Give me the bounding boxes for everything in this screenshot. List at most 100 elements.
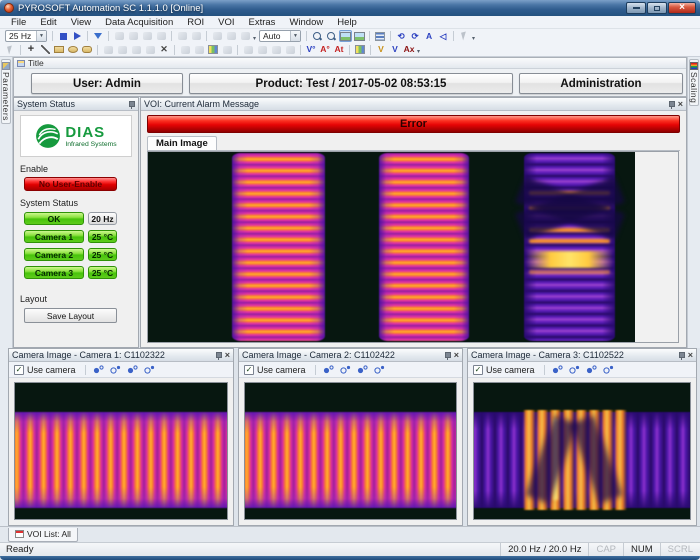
use-camera-checkbox[interactable]: ✓	[244, 365, 254, 375]
disabled-record-stop-icon[interactable]	[127, 30, 140, 42]
pin-icon[interactable]	[668, 100, 675, 109]
dropdown-arrow-icon[interactable]: ▼	[290, 31, 300, 41]
voi-panel-header[interactable]: VOI: Current Alarm Message ×	[141, 98, 686, 111]
disabled-align-icon[interactable]	[179, 44, 192, 56]
close-panel-icon[interactable]: ×	[678, 100, 683, 109]
disabled-replay-icon[interactable]	[155, 30, 168, 42]
start-acquisition-icon[interactable]	[71, 30, 84, 42]
menu-voi[interactable]: VOI	[211, 17, 241, 28]
camera-focus-icon[interactable]	[356, 364, 369, 376]
toolbar-overflow-icon[interactable]: ▾	[472, 35, 475, 42]
save-layout-button[interactable]: Save Layout	[24, 308, 117, 323]
roi-color-palette-icon[interactable]	[207, 44, 220, 56]
camera2-panel-header[interactable]: Camera Image - Camera 2: C1102422 ×	[239, 349, 462, 362]
line-tool-icon[interactable]	[39, 44, 52, 56]
frame-rate-button[interactable]: 20 Hz	[88, 212, 117, 225]
camera-offset-icon[interactable]	[568, 364, 581, 376]
menu-extras[interactable]: Extras	[242, 17, 283, 28]
close-panel-icon[interactable]: ×	[454, 351, 459, 360]
close-panel-icon[interactable]: ×	[225, 351, 230, 360]
rotate-right-icon[interactable]: ⟳	[409, 30, 422, 42]
camera3-temp-button[interactable]: 25 °C	[88, 266, 117, 279]
camera-gain-icon[interactable]	[551, 364, 564, 376]
pin-icon[interactable]	[444, 351, 451, 360]
polygon-tool-icon[interactable]	[81, 44, 94, 56]
isotherm-table-icon[interactable]	[374, 30, 387, 42]
title-bar[interactable]: PYROSOFT Automation SC 1.1.1.0 [Online] …	[0, 0, 700, 16]
close-button[interactable]: ×	[668, 2, 696, 14]
pin-icon[interactable]	[678, 351, 685, 360]
palette-settings-icon[interactable]	[354, 44, 367, 56]
pin-icon[interactable]	[128, 100, 135, 109]
use-camera-checkbox[interactable]: ✓	[14, 365, 24, 375]
menu-window[interactable]: Window	[282, 17, 330, 28]
system-ok-button[interactable]: OK	[24, 212, 84, 225]
menu-view[interactable]: View	[64, 17, 98, 28]
user-button[interactable]: User: Admin	[31, 73, 183, 94]
camera3-thermal-image[interactable]	[473, 382, 691, 520]
select-tool-icon[interactable]	[4, 44, 17, 56]
point-tool-icon[interactable]: +	[25, 44, 38, 56]
administration-button[interactable]: Administration	[519, 73, 683, 94]
title-panel-header[interactable]: Title	[14, 58, 686, 69]
flip-vertical-icon[interactable]: ◁	[437, 30, 450, 42]
disabled-report-icon[interactable]	[225, 30, 238, 42]
user-enable-button[interactable]: No User-Enable	[24, 177, 117, 191]
camera3-status-button[interactable]: Camera 3	[24, 266, 84, 279]
camera2-status-button[interactable]: Camera 2	[24, 248, 84, 261]
toolbar-overflow-icon[interactable]: ▾	[417, 48, 420, 55]
use-camera-checkbox[interactable]: ✓	[473, 365, 483, 375]
zoom-in-icon[interactable]	[311, 30, 324, 42]
disabled-resize-roi-icon[interactable]	[144, 44, 157, 56]
menu-file[interactable]: File	[4, 17, 33, 28]
disabled-profile-icon[interactable]	[256, 44, 269, 56]
close-panel-icon[interactable]: ×	[688, 351, 693, 360]
fit-to-window-icon[interactable]	[339, 30, 352, 42]
disabled-group-icon[interactable]	[193, 44, 206, 56]
disabled-measure-icon[interactable]	[242, 44, 255, 56]
dropdown-arrow-icon[interactable]: ▼	[36, 31, 46, 41]
disabled-trend-icon[interactable]	[284, 44, 297, 56]
menu-roi[interactable]: ROI	[180, 17, 211, 28]
disabled-label-icon[interactable]	[221, 44, 234, 56]
maximize-button[interactable]	[647, 2, 667, 14]
scaling-side-tab[interactable]: Scaling	[689, 59, 699, 106]
camera3-panel-header[interactable]: Camera Image - Camera 3: C1102522 ×	[468, 349, 696, 362]
alarm-reset-icon[interactable]: Ax	[403, 44, 416, 56]
ellipse-tool-icon[interactable]	[67, 44, 80, 56]
flip-horizontal-icon[interactable]: A	[423, 30, 436, 42]
camera-gain-icon[interactable]	[322, 364, 335, 376]
main-thermal-image[interactable]	[148, 152, 635, 342]
scaling-mode-select[interactable]: Auto ▼	[259, 30, 301, 42]
disabled-load-image-icon[interactable]	[190, 30, 203, 42]
disabled-paste-roi-icon[interactable]	[116, 44, 129, 56]
camera-calibrate-icon[interactable]	[602, 364, 615, 376]
camera1-thermal-image[interactable]	[14, 382, 228, 520]
camera-offset-icon[interactable]	[109, 364, 122, 376]
voi-list-blue-icon[interactable]: V	[389, 44, 402, 56]
frequency-select[interactable]: 25 Hz ▼	[5, 30, 47, 42]
alarm-filter-icon[interactable]	[92, 30, 105, 42]
system-status-header[interactable]: System Status	[14, 98, 138, 111]
voi-temperature-icon[interactable]: V°	[305, 44, 318, 56]
disabled-histogram-icon[interactable]	[270, 44, 283, 56]
camera-calibrate-icon[interactable]	[373, 364, 386, 376]
product-button[interactable]: Product: Test / 2017-05-02 08:53:15	[189, 73, 513, 94]
disabled-move-roi-icon[interactable]	[130, 44, 143, 56]
disabled-save-image-icon[interactable]	[176, 30, 189, 42]
rectangle-tool-icon[interactable]	[53, 44, 66, 56]
main-image-tab[interactable]: Main Image	[147, 136, 217, 150]
voi-list-yellow-icon[interactable]: V	[375, 44, 388, 56]
camera-calibrate-icon[interactable]	[143, 364, 156, 376]
camera2-temp-button[interactable]: 25 °C	[88, 248, 117, 261]
disabled-record-icon[interactable]	[113, 30, 126, 42]
camera-focus-icon[interactable]	[126, 364, 139, 376]
disabled-copy-roi-icon[interactable]	[102, 44, 115, 56]
disabled-print-icon[interactable]	[239, 30, 252, 42]
camera1-panel-header[interactable]: Camera Image - Camera 1: C1102322 ×	[9, 349, 233, 362]
menu-edit[interactable]: Edit	[33, 17, 63, 28]
parameters-side-tab[interactable]: Parameters	[1, 59, 11, 124]
toolbar-overflow-icon[interactable]: ▾	[253, 35, 256, 42]
camera-offset-icon[interactable]	[339, 364, 352, 376]
camera2-thermal-image[interactable]	[244, 382, 457, 520]
